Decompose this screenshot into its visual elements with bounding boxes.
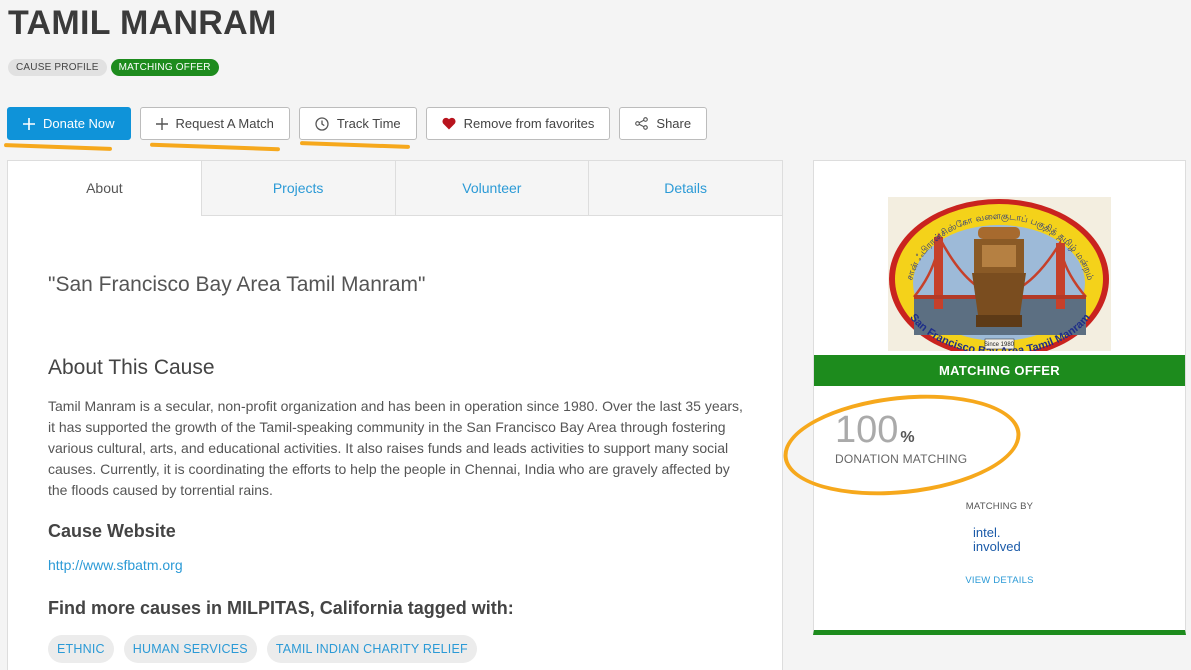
tab-about[interactable]: About: [8, 161, 201, 216]
matching-offer-card: சான் ஃபிரான்சிஸ்கோ வளைகுடாப் பகுதித் தமி…: [813, 160, 1186, 635]
logo-since-text: Since 1980: [984, 342, 1015, 348]
track-time-button[interactable]: Track Time: [298, 107, 417, 140]
view-details-link[interactable]: VIEW DETAILS: [814, 575, 1185, 586]
cause-website-link[interactable]: http://www.sfbatm.org: [48, 557, 183, 573]
website-heading: Cause Website: [48, 521, 176, 541]
donate-now-label: Donate Now: [43, 116, 115, 131]
action-bar: Donate Now Request A Match Track Time Re…: [7, 107, 708, 140]
tab-bar: About Projects Volunteer Details: [8, 161, 782, 216]
match-percent-value: 100: [835, 409, 899, 451]
highlight-underline-track: [299, 141, 411, 149]
about-content: "San Francisco Bay Area Tamil Manram" Ab…: [8, 273, 782, 663]
share-icon: [635, 117, 649, 130]
share-label: Share: [656, 116, 692, 131]
about-description: Tamil Manram is a secular, non-profit or…: [48, 398, 743, 498]
tag-list: ETHNIC HUMAN SERVICES TAMIL INDIAN CHARI…: [48, 635, 742, 663]
tab-projects[interactable]: Projects: [200, 161, 395, 215]
remove-favorites-label: Remove from favorites: [463, 116, 595, 131]
share-button[interactable]: Share: [619, 107, 708, 140]
donate-now-button[interactable]: Donate Now: [7, 107, 131, 140]
plus-icon: [155, 117, 168, 130]
page-title: TAMIL MANRAM: [8, 4, 277, 42]
sponsor-logo: intel. involved: [973, 526, 1021, 554]
tag-tamil-indian-charity-relief[interactable]: TAMIL INDIAN CHARITY RELIEF: [266, 635, 477, 663]
cause-details-panel: About Projects Volunteer Details "San Fr…: [7, 160, 783, 670]
badge-row: CAUSE PROFILE MATCHING OFFER: [8, 59, 219, 76]
matching-offer-banner: MATCHING OFFER: [814, 355, 1185, 386]
percent-symbol: %: [900, 429, 915, 446]
track-time-label: Track Time: [336, 116, 401, 131]
match-percentage: 100%: [835, 409, 915, 452]
donation-matching-label: DONATION MATCHING: [835, 452, 968, 466]
matching-offer-badge: MATCHING OFFER: [110, 59, 219, 76]
sponsor-logo-line2: involved: [973, 539, 1021, 554]
cause-tagline: "San Francisco Bay Area Tamil Manram": [48, 273, 426, 296]
about-heading: About This Cause: [48, 356, 215, 379]
clock-icon: [315, 116, 329, 131]
tab-details[interactable]: Details: [588, 161, 782, 215]
tag-ethnic[interactable]: ETHNIC: [48, 635, 114, 663]
tags-heading: Find more causes in MILPITAS, California…: [48, 598, 514, 618]
tag-human-services[interactable]: HUMAN SERVICES: [123, 635, 257, 663]
sponsor-logo-line1: intel.: [973, 525, 1001, 540]
heart-icon: [442, 117, 456, 130]
highlight-underline-request: [149, 142, 281, 152]
cause-logo: சான் ஃபிரான்சிஸ்கோ வளைகுடாப் பகுதித் தமி…: [888, 197, 1111, 351]
highlight-underline-donate: [3, 143, 113, 151]
request-match-label: Request A Match: [175, 116, 274, 131]
remove-favorites-button[interactable]: Remove from favorites: [425, 107, 611, 140]
request-match-button[interactable]: Request A Match: [139, 107, 290, 140]
cause-profile-badge: CAUSE PROFILE: [8, 59, 107, 76]
tab-volunteer[interactable]: Volunteer: [394, 161, 589, 215]
plus-icon: [23, 117, 35, 130]
matching-by-label: MATCHING BY: [965, 501, 1034, 512]
